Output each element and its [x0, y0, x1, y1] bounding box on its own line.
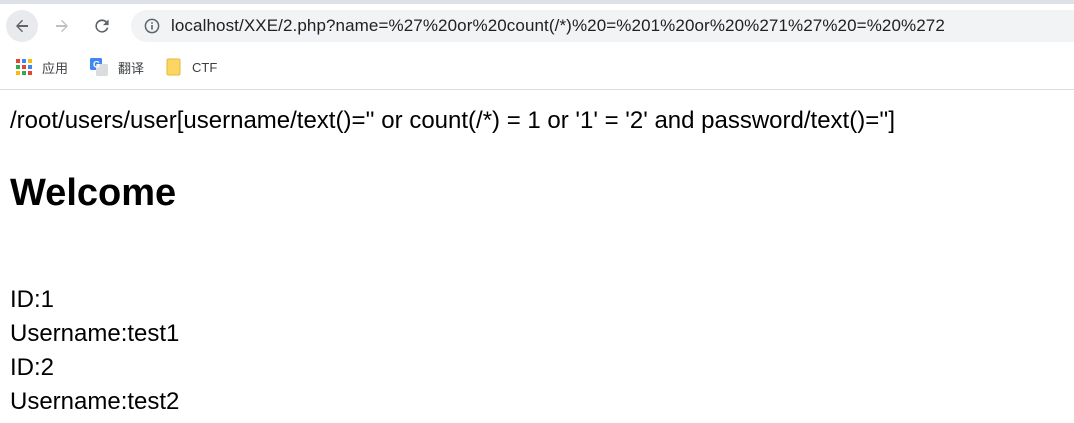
result-line: Username:test1: [10, 320, 180, 347]
folder-icon: [166, 58, 182, 76]
bookmark-ctf[interactable]: CTF: [166, 58, 217, 76]
forward-button[interactable]: [46, 10, 78, 42]
bookmarks-bar: 应用 G 翻译 CTF: [0, 52, 239, 82]
result-line: Username:test2: [10, 388, 180, 415]
browser-toolbar: localhost/XXE/2.php?name=%27%20or%20coun…: [0, 4, 1074, 48]
browser-chrome: localhost/XXE/2.php?name=%27%20or%20coun…: [0, 0, 1074, 90]
url-text[interactable]: localhost/XXE/2.php?name=%27%20or%20coun…: [171, 16, 945, 36]
back-arrow-icon: [16, 19, 28, 33]
xpath-query-text: /root/users/user[username/text()='' or c…: [10, 107, 896, 134]
translate-icon: G: [90, 58, 109, 76]
back-button[interactable]: [6, 10, 38, 42]
result-line: ID:1: [10, 286, 55, 313]
reload-button[interactable]: [86, 10, 118, 42]
bookmark-label: 应用: [42, 60, 69, 76]
results-list: ID:1 Username:test1 ID:2 Username:test2: [10, 283, 1064, 419]
address-bar[interactable]: localhost/XXE/2.php?name=%27%20or%20coun…: [131, 10, 1074, 42]
result-line: ID:2: [10, 354, 55, 381]
site-info-icon[interactable]: [143, 17, 161, 35]
bookmark-label: 翻译: [118, 60, 145, 76]
apps-grid-icon: [16, 59, 32, 75]
bookmark-apps[interactable]: 应用: [16, 58, 68, 77]
reload-icon: [95, 19, 109, 33]
forward-arrow-icon: [56, 19, 68, 33]
svg-text:G: G: [93, 60, 100, 70]
page-content: /root/users/user[username/text()='' or c…: [0, 105, 1074, 419]
welcome-heading: Welcome: [10, 172, 177, 214]
bookmark-translate[interactable]: G 翻译: [90, 58, 144, 77]
bookmark-label: CTF: [192, 59, 218, 75]
